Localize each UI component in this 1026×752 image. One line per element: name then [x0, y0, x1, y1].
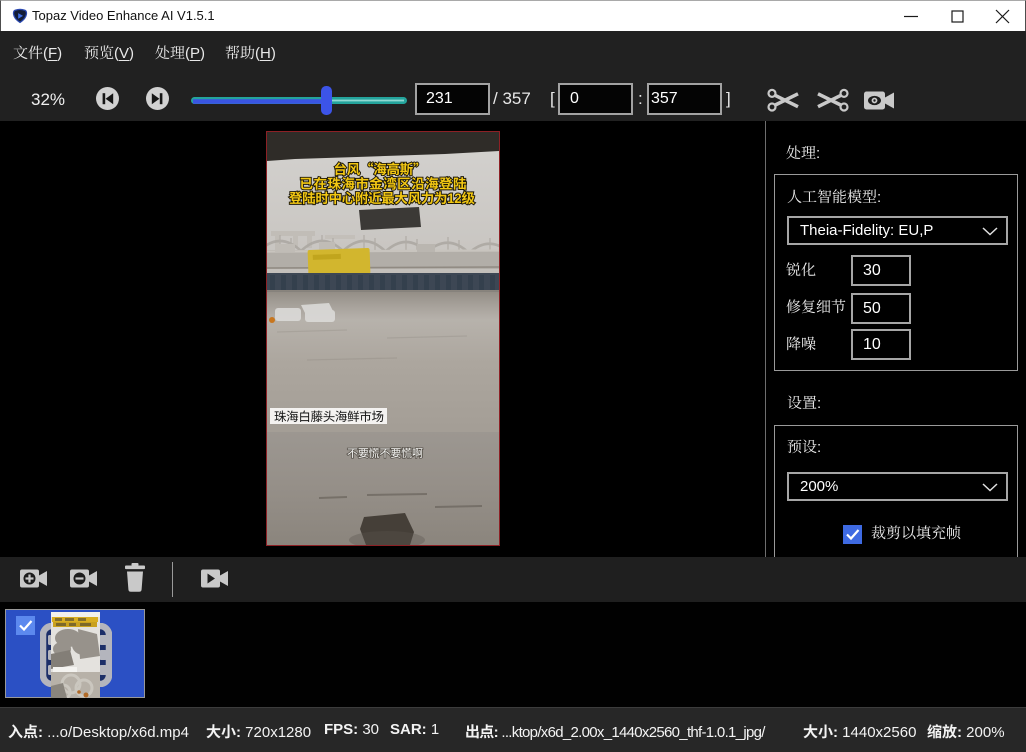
svg-text:珠海白藤头海鲜市场: 珠海白藤头海鲜市场 — [274, 406, 384, 425]
svg-text:不要慌不要慌啊: 不要慌不要慌啊 — [347, 445, 423, 461]
svg-text:登陆时中心附近最大风力为12级: 登陆时中心附近最大风力为12级 — [289, 187, 476, 207]
